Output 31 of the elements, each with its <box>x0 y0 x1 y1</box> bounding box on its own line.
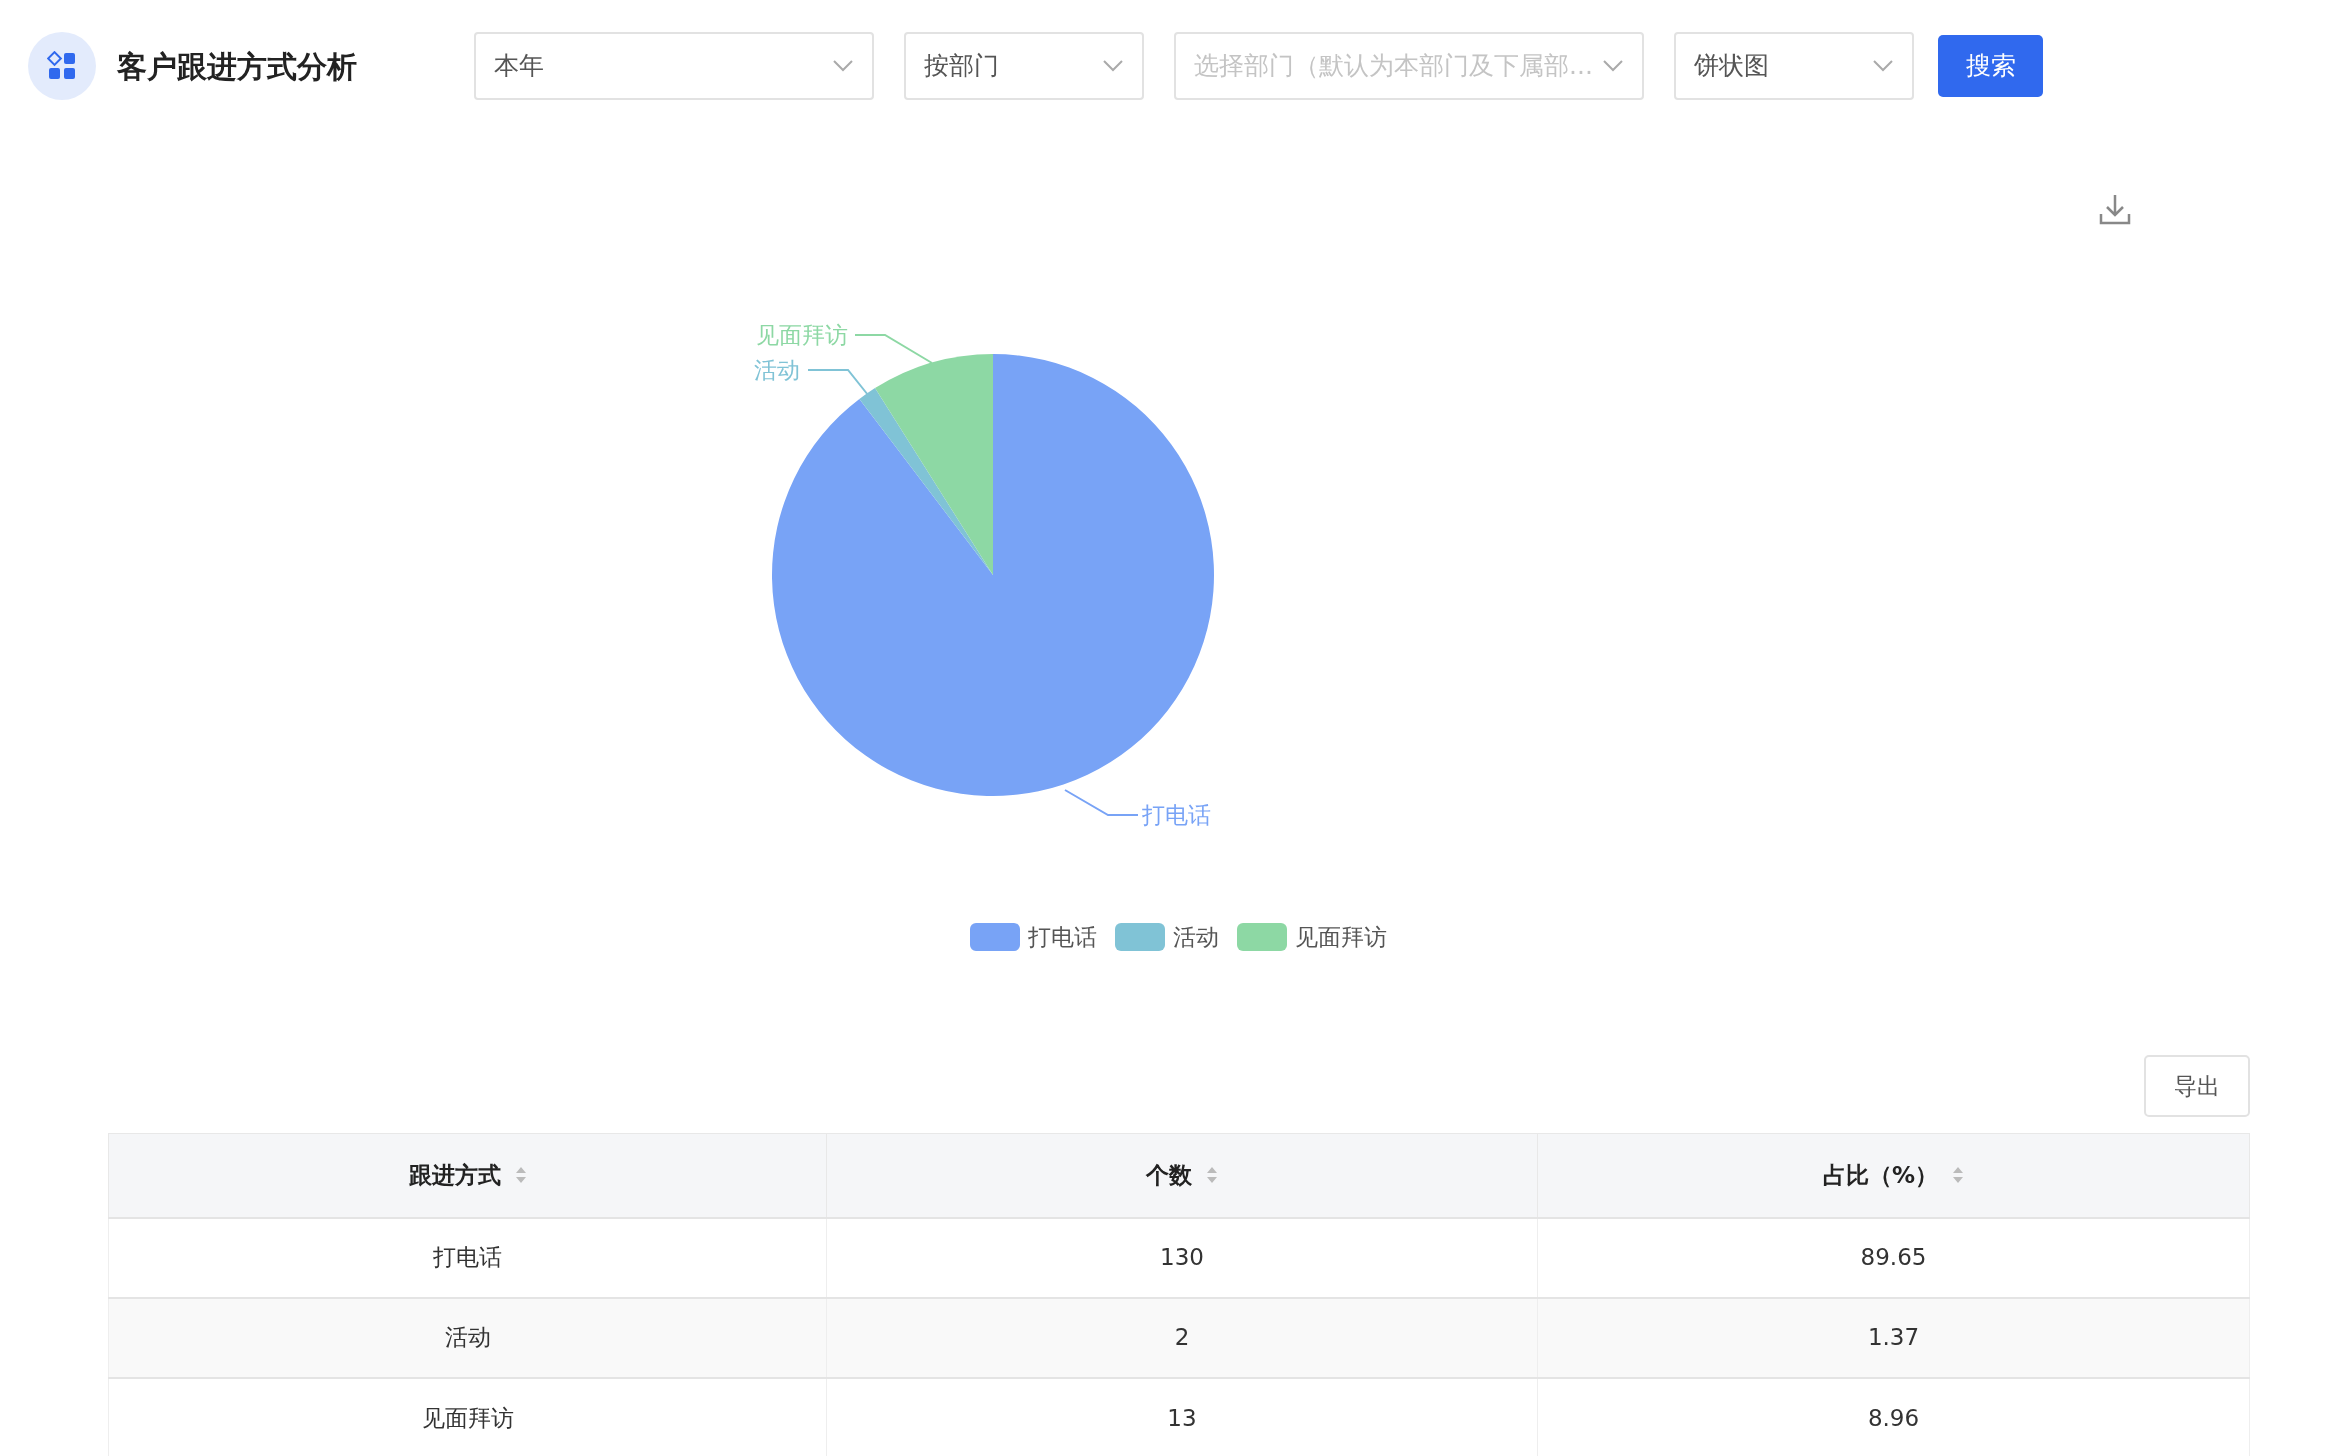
chevron-down-icon <box>832 59 854 73</box>
dropdown-field[interactable]: 饼状图 <box>1674 32 1914 100</box>
download-icon[interactable] <box>2098 192 2132 226</box>
column-header[interactable]: 跟进方式 <box>408 1158 501 1193</box>
chevron-down-icon <box>1102 59 1124 73</box>
sort-icon[interactable] <box>1206 1166 1218 1185</box>
chevron-down-icon <box>1602 59 1624 73</box>
sort-icon[interactable] <box>514 1166 527 1185</box>
legend-label[interactable]: 见面拜访 <box>1295 920 1387 955</box>
page-title: 客户跟进方式分析 <box>117 47 358 86</box>
table-cell: 13 <box>826 1377 1538 1456</box>
legend-label[interactable]: 活动 <box>1173 920 1219 955</box>
table-cell: 活动 <box>108 1297 827 1378</box>
column-header[interactable]: 个数 <box>1146 1158 1192 1193</box>
table-cell: 见面拜访 <box>108 1377 827 1456</box>
slice-label: 见面拜访 <box>756 322 848 348</box>
table-cell: 8.96 <box>1537 1377 2250 1456</box>
table-cell: 2 <box>826 1297 1538 1378</box>
table-cell: 1.37 <box>1537 1297 2250 1378</box>
legend-label[interactable]: 打电话 <box>1028 920 1097 955</box>
chevron-down-icon <box>1872 59 1894 73</box>
grid-icon <box>47 51 77 81</box>
sort-icon[interactable] <box>1952 1166 1964 1185</box>
slice-label: 活动 <box>754 357 800 383</box>
column-header[interactable]: 占比（%） <box>1822 1158 1938 1193</box>
dropdown-field[interactable]: 本年 <box>474 32 874 100</box>
search-button[interactable]: 搜索 <box>1938 35 2043 97</box>
export-button[interactable]: 导出 <box>2144 1055 2250 1117</box>
dropdown-field[interactable]: 按部门 <box>904 32 1144 100</box>
leader-line <box>807 369 869 396</box>
slice-label: 打电话 <box>1142 802 1211 828</box>
